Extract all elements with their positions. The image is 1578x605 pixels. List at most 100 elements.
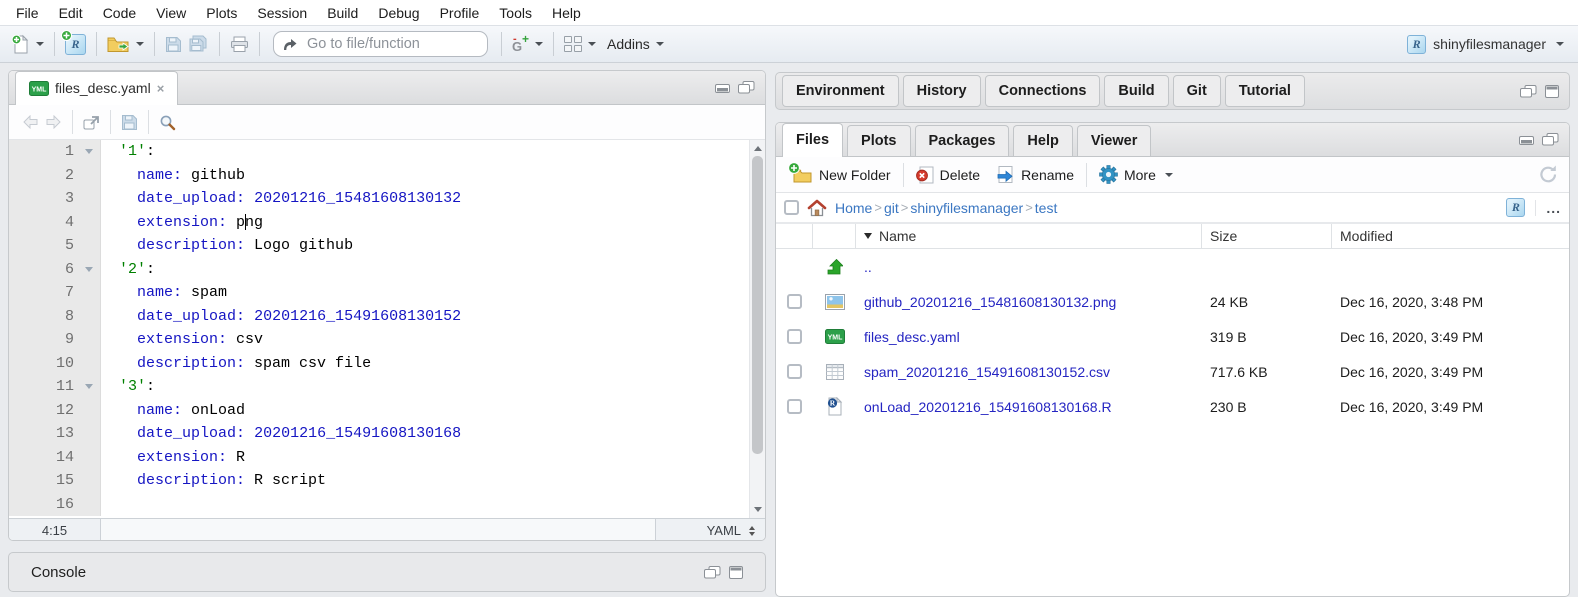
tab-help[interactable]: Help [1013,125,1072,156]
menu-edit[interactable]: Edit [49,5,93,21]
breadcrumb-shinyfilesmanager[interactable]: shinyfilesmanager [910,200,1023,216]
line-number: 13 [9,422,101,446]
version-control-button[interactable]: -+G [509,32,546,56]
refresh-icon [1538,164,1559,185]
close-tab-icon[interactable]: × [157,72,165,105]
restore-pane-icon[interactable] [704,566,721,579]
fold-arrow-icon[interactable] [85,384,93,389]
up-directory-link[interactable]: .. [856,259,1202,275]
more-button[interactable]: More [1091,162,1181,187]
editor-line: 2 name: github [9,164,765,188]
chevron-down-icon [36,42,44,46]
file-link[interactable]: spam_20201216_15491608130152.csv [856,364,1202,380]
column-header-size[interactable]: Size [1202,224,1332,248]
menu-help[interactable]: Help [542,5,591,21]
file-checkbox[interactable] [787,399,802,414]
save-button[interactable] [162,34,185,55]
restore-pane-icon[interactable] [1520,85,1537,98]
scroll-down-icon[interactable] [754,507,762,512]
tab-connections[interactable]: Connections [985,75,1101,107]
file-link[interactable]: files_desc.yaml [856,329,1202,345]
r-file-icon: R [813,397,856,416]
file-link[interactable]: github_20201216_15481608130132.png [856,294,1202,310]
file-row: spam_20201216_15491608130152.csv 717.6 K… [776,354,1569,389]
restore-pane-icon[interactable] [738,81,755,94]
forward-button[interactable] [42,113,65,131]
goto-file-search[interactable] [273,31,488,57]
minimize-pane-icon[interactable] [715,82,730,93]
menu-code[interactable]: Code [93,5,146,21]
delete-button[interactable]: Delete [908,163,988,187]
scrollbar-thumb[interactable] [752,156,763,454]
tab-build[interactable]: Build [1104,75,1168,107]
r-project-icon[interactable]: R [1506,198,1525,217]
breadcrumb-home[interactable]: Home [835,200,872,216]
print-button[interactable] [227,34,252,55]
minimize-pane-icon[interactable] [1519,134,1534,145]
file-checkbox[interactable] [787,294,802,309]
editor-line: 11 '3': [9,375,765,399]
path-ellipsis-button[interactable]: ... [1535,200,1561,216]
new-folder-button[interactable]: New Folder [784,164,899,186]
main-toolbar: R -+G Addins R shinyfilesmanager [0,25,1578,63]
fold-arrow-icon[interactable] [85,149,93,154]
file-link[interactable]: onLoad_20201216_15491608130168.R [856,399,1202,415]
restore-pane-icon[interactable] [1542,133,1559,146]
open-folder-icon [107,36,130,53]
maximize-pane-icon[interactable] [729,566,743,579]
goto-file-input[interactable] [305,35,469,53]
tab-tutorial[interactable]: Tutorial [1225,75,1305,107]
tab-viewer[interactable]: Viewer [1077,125,1152,156]
language-selector[interactable]: YAML [655,519,765,541]
column-header-modified[interactable]: Modified [1332,224,1569,248]
rename-button[interactable]: Rename [988,163,1082,186]
menu-debug[interactable]: Debug [368,5,429,21]
breadcrumb-test[interactable]: test [1035,200,1058,216]
tab-files[interactable]: Files [782,123,843,157]
addins-button[interactable]: Addins [599,34,667,54]
open-file-button[interactable] [104,34,147,55]
file-checkbox[interactable] [787,364,802,379]
show-in-new-window-button[interactable] [80,113,103,132]
line-number: 16 [9,493,101,517]
file-checkbox[interactable] [787,329,802,344]
find-replace-button[interactable] [156,112,179,133]
select-all-checkbox[interactable] [784,200,799,215]
cursor-position: 4:15 [9,519,101,541]
column-header-name[interactable]: Name [856,224,1202,248]
new-file-button[interactable] [8,32,47,56]
menu-plots[interactable]: Plots [196,5,247,21]
menu-build[interactable]: Build [317,5,368,21]
editor-scrollbar[interactable] [749,140,765,518]
menu-session[interactable]: Session [247,5,317,21]
code-editor[interactable]: 1 '1': 2 name: github 3 date_upload: 202… [9,140,765,518]
line-number: 10 [9,352,101,376]
chevron-down-icon [1165,173,1173,177]
refresh-button[interactable] [1538,164,1559,185]
new-project-button[interactable]: R [62,32,89,57]
up-directory-icon[interactable] [813,258,856,275]
save-document-button[interactable] [118,112,141,133]
back-button[interactable] [19,113,42,131]
menu-file[interactable]: File [6,5,49,21]
save-all-button[interactable] [185,33,212,55]
menu-profile[interactable]: Profile [430,5,490,21]
source-editor-pane: YML files_desc.yaml × 1 '1': 2 name: git… [8,70,766,541]
project-selector[interactable]: R shinyfilesmanager [1407,35,1570,54]
scroll-up-icon[interactable] [754,146,762,151]
workspace-panes-button[interactable] [561,34,599,54]
tab-plots[interactable]: Plots [847,125,910,156]
maximize-pane-icon[interactable] [1545,85,1559,98]
menu-tools[interactable]: Tools [489,5,542,21]
tab-packages[interactable]: Packages [915,125,1010,156]
editor-toolbar [9,105,765,140]
fold-arrow-icon[interactable] [85,267,93,272]
menu-view[interactable]: View [146,5,196,21]
tab-files-desc-yaml[interactable]: YML files_desc.yaml × [15,71,178,105]
tab-environment[interactable]: Environment [782,75,899,107]
svg-text:YML: YML [827,335,843,342]
breadcrumb-git[interactable]: git [884,200,899,216]
tab-git[interactable]: Git [1173,75,1221,107]
tab-history[interactable]: History [903,75,981,107]
home-icon[interactable] [807,199,827,217]
